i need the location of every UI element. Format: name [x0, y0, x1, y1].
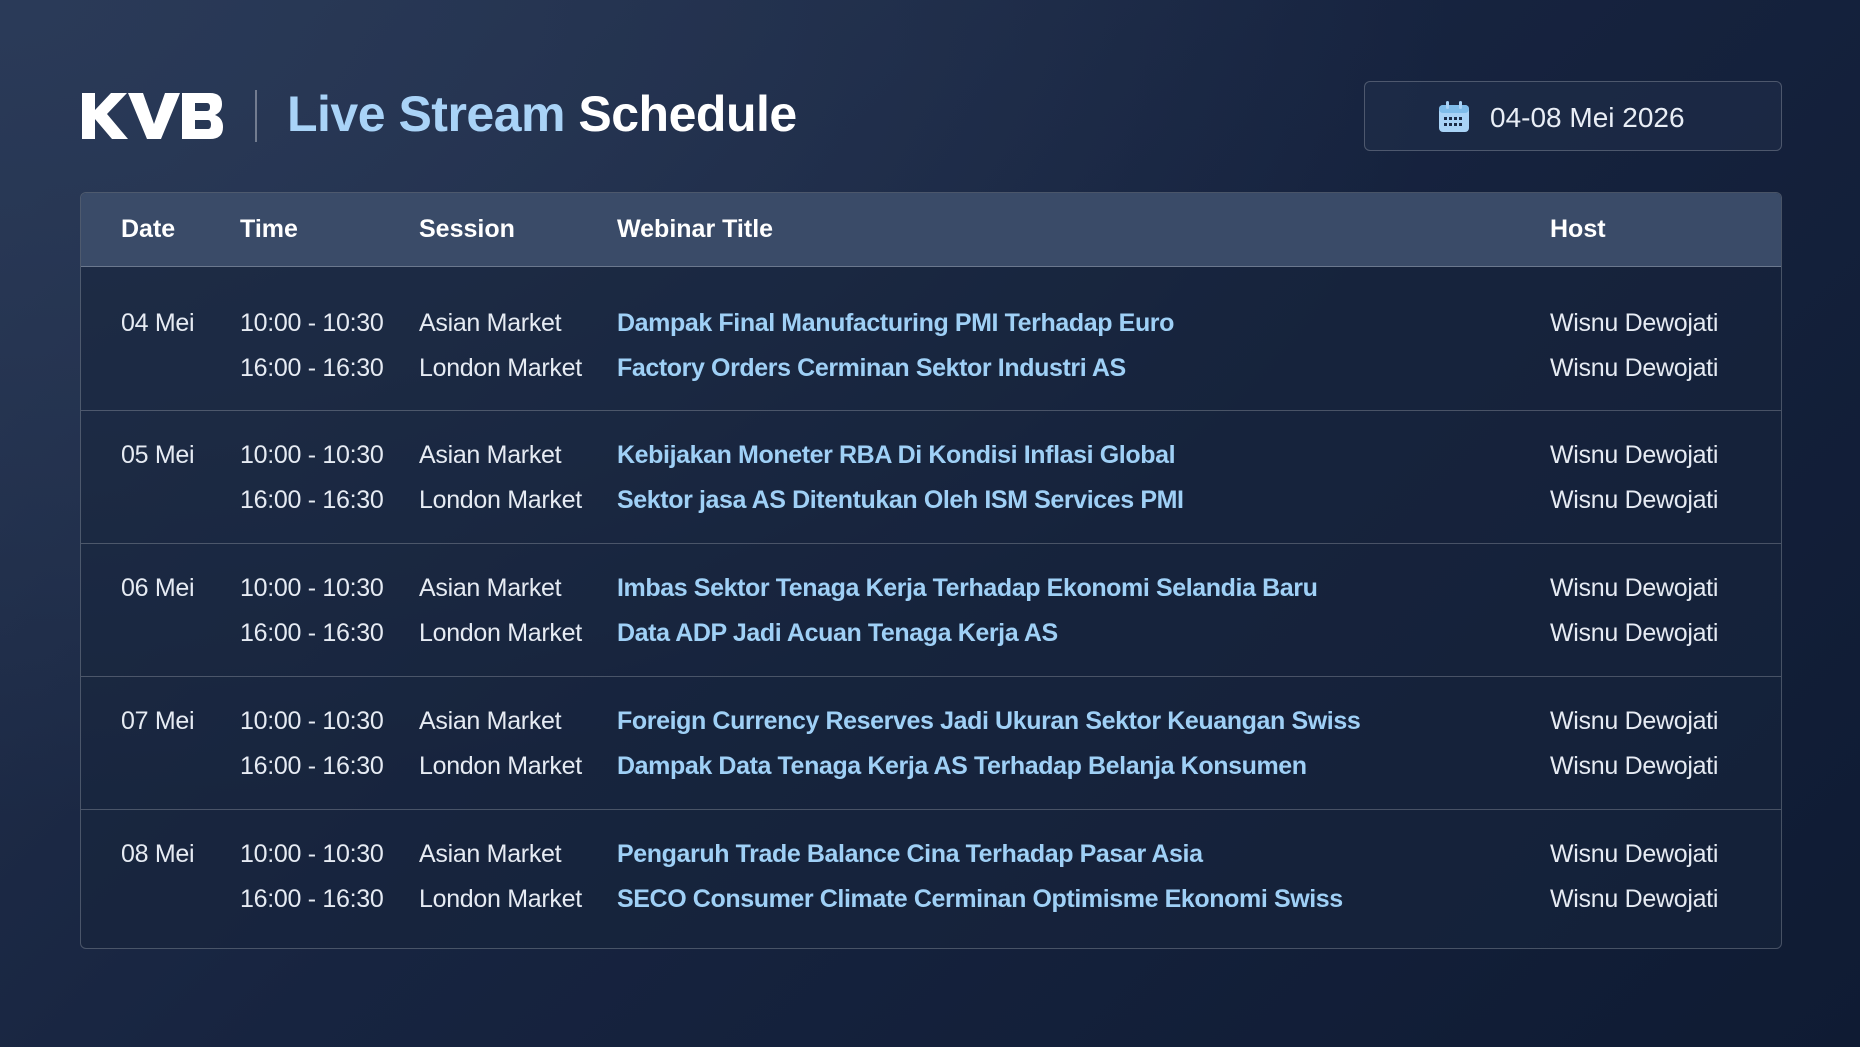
schedule-table: Date Time Session Webinar Title Host 04 …: [80, 192, 1782, 949]
row-time: 16:00 - 16:30: [240, 752, 384, 780]
row-time: 16:00 - 16:30: [240, 885, 384, 913]
schedule-day-group: 05 Mei 10:00 - 10:30 Asian Market Kebija…: [81, 411, 1781, 544]
page-title-accent: Live Stream: [287, 86, 565, 142]
row-time: 10:00 - 10:30: [240, 574, 384, 602]
row-session: Asian Market: [419, 309, 562, 337]
date-range-badge: 04-08 Mei 2026: [1364, 81, 1782, 151]
row-session: London Market: [419, 354, 582, 382]
row-session: Asian Market: [419, 707, 562, 735]
row-host: Wisnu Dewojati: [1550, 309, 1719, 337]
row-host: Wisnu Dewojati: [1550, 354, 1719, 382]
row-date: 05 Mei: [121, 441, 195, 469]
row-webinar-title[interactable]: Imbas Sektor Tenaga Kerja Terhadap Ekono…: [617, 574, 1318, 603]
schedule-day-group: 07 Mei 10:00 - 10:30 Asian Market Foreig…: [81, 677, 1781, 810]
row-date: 04 Mei: [121, 309, 195, 337]
row-host: Wisnu Dewojati: [1550, 486, 1719, 514]
row-webinar-title[interactable]: Factory Orders Cerminan Sektor Industri …: [617, 354, 1126, 383]
row-host: Wisnu Dewojati: [1550, 441, 1719, 469]
header-divider: [255, 90, 257, 142]
row-time: 10:00 - 10:30: [240, 309, 384, 337]
row-session: London Market: [419, 885, 582, 913]
schedule-day-group: 04 Mei 10:00 - 10:30 Asian Market Dampak…: [81, 267, 1781, 411]
column-header-date: Date: [121, 215, 176, 243]
row-session: Asian Market: [419, 441, 562, 469]
column-header-session: Session: [419, 215, 515, 243]
schedule-day-group: 06 Mei 10:00 - 10:30 Asian Market Imbas …: [81, 544, 1781, 677]
schedule-day-group: 08 Mei 10:00 - 10:30 Asian Market Pengar…: [81, 810, 1781, 943]
row-date: 07 Mei: [121, 707, 195, 735]
row-host: Wisnu Dewojati: [1550, 619, 1719, 647]
row-webinar-title[interactable]: Pengaruh Trade Balance Cina Terhadap Pas…: [617, 840, 1203, 869]
table-header-row: Date Time Session Webinar Title Host: [81, 193, 1781, 267]
row-host: Wisnu Dewojati: [1550, 707, 1719, 735]
date-range-label: 04-08 Mei 2026: [1490, 102, 1685, 133]
row-webinar-title[interactable]: Sektor jasa AS Ditentukan Oleh ISM Servi…: [617, 486, 1184, 515]
page-title: Live Stream Schedule: [287, 85, 797, 143]
row-time: 10:00 - 10:30: [240, 840, 384, 868]
row-date: 08 Mei: [121, 840, 195, 868]
row-time: 10:00 - 10:30: [240, 441, 384, 469]
row-session: London Market: [419, 752, 582, 780]
column-header-webinar-title: Webinar Title: [617, 215, 774, 243]
row-webinar-title[interactable]: Dampak Final Manufacturing PMI Terhadap …: [617, 309, 1174, 338]
column-header-time: Time: [240, 215, 298, 243]
row-time: 16:00 - 16:30: [240, 619, 384, 647]
row-webinar-title[interactable]: Kebijakan Moneter RBA Di Kondisi Inflasi…: [617, 441, 1176, 470]
row-webinar-title[interactable]: SECO Consumer Climate Cerminan Optimisme…: [617, 885, 1343, 914]
page-title-main: Schedule: [578, 86, 797, 142]
row-webinar-title[interactable]: Data ADP Jadi Acuan Tenaga Kerja AS: [617, 619, 1058, 648]
row-time: 10:00 - 10:30: [240, 707, 384, 735]
calendar-icon: [1439, 101, 1469, 132]
row-time: 16:00 - 16:30: [240, 486, 384, 514]
page-header: Live Stream Schedule 04-08 Mei 2026: [80, 78, 1782, 154]
row-date: 06 Mei: [121, 574, 195, 602]
row-host: Wisnu Dewojati: [1550, 840, 1719, 868]
row-host: Wisnu Dewojati: [1550, 885, 1719, 913]
kvb-logo: [82, 93, 223, 139]
row-host: Wisnu Dewojati: [1550, 752, 1719, 780]
row-webinar-title[interactable]: Dampak Data Tenaga Kerja AS Terhadap Bel…: [617, 752, 1307, 781]
row-session: London Market: [419, 486, 582, 514]
row-host: Wisnu Dewojati: [1550, 574, 1719, 602]
row-session: Asian Market: [419, 574, 562, 602]
column-header-host: Host: [1550, 215, 1606, 243]
row-webinar-title[interactable]: Foreign Currency Reserves Jadi Ukuran Se…: [617, 707, 1361, 736]
row-session: London Market: [419, 619, 582, 647]
row-session: Asian Market: [419, 840, 562, 868]
row-time: 16:00 - 16:30: [240, 354, 384, 382]
